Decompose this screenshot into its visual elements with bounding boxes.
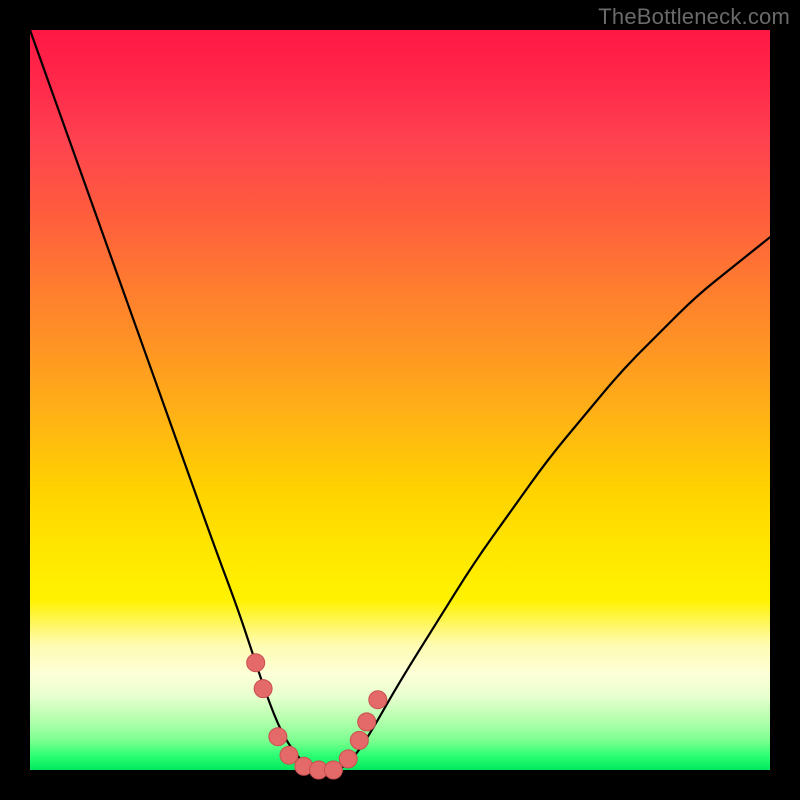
chart-marker: [280, 746, 298, 764]
chart-marker: [247, 654, 265, 672]
chart-markers: [247, 654, 387, 779]
chart-marker: [369, 691, 387, 709]
chart-marker: [269, 728, 287, 746]
chart-marker: [358, 713, 376, 731]
chart-svg: [30, 30, 770, 770]
chart-marker: [339, 750, 357, 768]
chart-marker: [350, 731, 368, 749]
chart-marker: [324, 761, 342, 779]
watermark-text: TheBottleneck.com: [598, 4, 790, 30]
chart-frame: TheBottleneck.com: [0, 0, 800, 800]
bottleneck-curve: [30, 30, 770, 770]
chart-marker: [254, 680, 272, 698]
chart-plot-area: [30, 30, 770, 770]
